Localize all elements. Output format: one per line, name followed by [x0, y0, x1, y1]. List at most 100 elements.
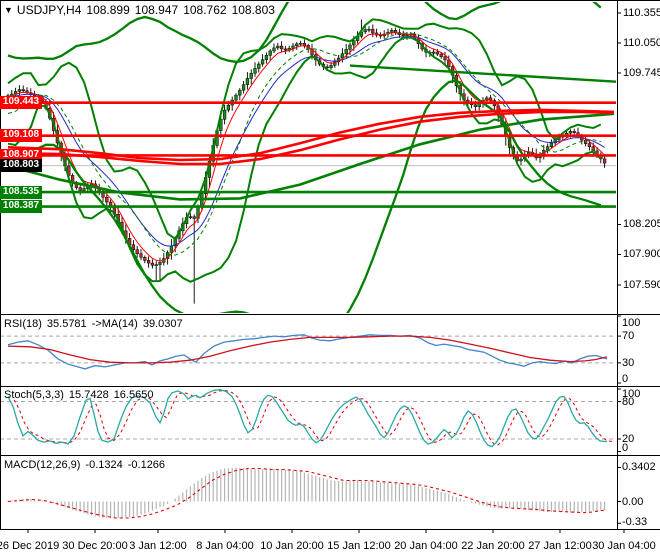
candle-bear [150, 262, 155, 266]
price-tick-label: 110.050 [623, 37, 660, 49]
price-badge-level: 109.443 [0, 96, 42, 110]
candle-bear [371, 28, 375, 34]
candle-bull [222, 109, 227, 120]
candle-bull [477, 103, 481, 107]
time-axis-label: 27 Jan 12:00 [528, 540, 592, 552]
rsi-axis-label: 100 [622, 317, 641, 329]
candle-bear [146, 260, 151, 264]
candle-bull [17, 89, 22, 92]
rsi-name: RSI(18) [4, 318, 42, 330]
descending-trendline[interactable] [349, 64, 660, 85]
candle-bull [253, 68, 257, 74]
time-axis-label: 22 Jan 20:00 [461, 540, 525, 552]
candle-bull [352, 40, 356, 46]
rsi-value: 35.5781 [46, 318, 87, 330]
price-badge-level: 108.535 [0, 185, 42, 199]
candle-bull [245, 78, 250, 85]
candle-bull [519, 158, 523, 162]
price-tick-label: 109.745 [623, 67, 660, 79]
candle-bear [602, 158, 607, 164]
symbol-timeframe: USDJPY,H4 [16, 3, 82, 17]
rsi-axis-label: 70 [622, 330, 635, 343]
candle-bear [591, 146, 595, 152]
candle-bull [390, 30, 394, 33]
price-tick-label: 110.355 [623, 7, 660, 19]
ohlc-low: 108.762 [183, 3, 227, 17]
candle-bear [135, 249, 139, 254]
price-tick-label: 108.205 [623, 218, 660, 231]
rsi-plot[interactable] [0, 334, 617, 370]
candle-bull [169, 245, 174, 253]
rsi-ma-name: ->MA(14) [91, 318, 138, 330]
macd-value2: -0.1266 [127, 459, 166, 471]
candle-bull [405, 34, 409, 37]
candle-bull [295, 43, 299, 47]
candle-bull [226, 104, 231, 111]
candle-bear [401, 34, 405, 37]
candle-bull [234, 94, 238, 101]
macd-plot[interactable] [7, 467, 608, 519]
ma-fast-red [7, 32, 605, 262]
candle-bull [549, 142, 554, 147]
terminal-chart-window: ▼ USDJPY,H4 108.899 108.947 108.762 108.803 R… [0, 0, 660, 560]
stoch-value2: 16.5650 [113, 389, 154, 401]
macd-name: MACD(12,26,9) [4, 459, 81, 471]
ma-mid-green-dashed [7, 32, 601, 256]
candle-bear [101, 192, 105, 198]
candle-bear [439, 53, 443, 58]
collapse-ohlc-icon[interactable]: ▼ [4, 5, 13, 15]
time-axis-label: 10 Jan 20:00 [260, 540, 324, 552]
time-axis-label: 3 Jan 12:00 [129, 540, 187, 552]
candle-bull [276, 45, 280, 49]
candle-bear [587, 143, 592, 148]
candle-bull [82, 188, 86, 191]
macd-signal-line [7, 467, 608, 519]
time-axis-label: 30 Dec 20:00 [62, 540, 128, 552]
candle-bull [268, 50, 272, 56]
candle-bull [348, 44, 352, 50]
ohlc-high: 108.947 [134, 3, 179, 17]
macd-label: MACD(12,26,9) -0.1324 -0.1266 [4, 459, 170, 471]
candle-bull [241, 84, 246, 91]
candle-bear [105, 197, 109, 203]
chart-title: ▼ USDJPY,H4 108.899 108.947 108.762 108.803 [4, 3, 280, 17]
candle-bear [143, 257, 147, 261]
price-badge-current: 108.803 [0, 159, 42, 173]
time-axis-label: 30 Jan 04:00 [592, 540, 656, 552]
candle-bear [78, 187, 82, 191]
time-axis-label: 26 Dec 2019 [0, 540, 60, 552]
candle-bull [344, 49, 348, 54]
chart-canvas[interactable] [0, 0, 660, 560]
frame-layer [0, 0, 660, 533]
rsi-axis-label: 0 [622, 373, 629, 385]
rsi-label: RSI(18) 35.5781 ->MA(14) 39.0307 [4, 318, 188, 330]
candle-bull [260, 59, 265, 65]
candle-bull [154, 264, 158, 266]
candle-bear [139, 253, 143, 258]
candle-bear [435, 51, 440, 55]
candle-bull [329, 65, 333, 69]
stoch-axis-label: 0 [622, 442, 629, 454]
candle-bear [302, 42, 307, 46]
macd-axis-label: -0.33 [622, 516, 648, 528]
price-badge-level: 108.387 [0, 200, 42, 214]
bollinger-inner-lower [7, 36, 602, 283]
candle-bear [283, 48, 288, 51]
ohlc-close: 108.803 [231, 3, 275, 17]
rsi-ma-value: 39.0307 [142, 318, 183, 330]
candle-bull [158, 262, 162, 265]
candle-bull [363, 29, 367, 33]
candle-bull [257, 63, 261, 69]
rsi-line [7, 334, 608, 370]
rsi-ma-line [7, 335, 608, 364]
rsi-axis-label: 30 [622, 356, 635, 369]
macd-axis-label: 0.3402 [622, 461, 656, 474]
candle-bull [238, 89, 242, 96]
price-badge-level: 109.108 [0, 129, 42, 143]
main-chart-plot[interactable] [0, 0, 660, 343]
stoch-name: Stoch(5,3,3) [4, 389, 64, 401]
candle-bull [272, 47, 276, 52]
stoch-value: 15.7428 [68, 389, 109, 401]
price-tick-label: 107.900 [623, 248, 660, 261]
candle-bull [188, 216, 193, 218]
